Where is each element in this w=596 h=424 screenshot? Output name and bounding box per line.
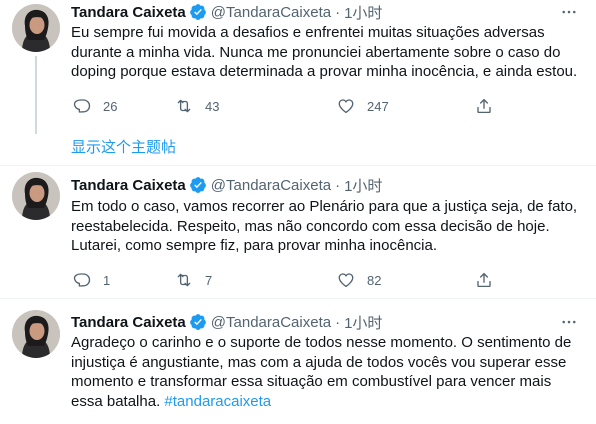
tweet-text-line: momento e transformar essa situação em c…	[71, 373, 552, 390]
hashtag-link[interactable]: #tandaracaixeta	[164, 393, 271, 410]
author-handle[interactable]: @TandaraCaixeta	[211, 314, 331, 331]
avatar[interactable]	[12, 310, 60, 358]
show-thread-link[interactable]: 显示这个主题帖	[71, 136, 176, 157]
tweet-1[interactable]: Tandara Caixeta @TandaraCaixeta · 1小时 Eu…	[0, 0, 596, 156]
verified-badge-icon	[189, 176, 207, 194]
tweet-text-line: durante a minha vida. Nunca me pronuncie…	[71, 43, 561, 61]
tweet-text: Em todo o caso, vamos recorrer ao Plenár…	[71, 197, 586, 256]
share-icon	[477, 98, 491, 114]
more-horizontal-icon[interactable]	[558, 2, 580, 22]
like-button[interactable]: 247	[337, 96, 389, 116]
share-button[interactable]	[475, 270, 493, 290]
thread-line	[35, 56, 37, 134]
author-handle[interactable]: @TandaraCaixeta	[211, 4, 331, 21]
tweet-text: Agradeço o carinho e o suporte de todos …	[71, 333, 586, 411]
tweet-timestamp[interactable]: 1小时	[344, 2, 382, 23]
author-name[interactable]: Tandara Caixeta	[71, 314, 186, 331]
tweet-text-line: Eu sempre fui movida a desafios e enfren…	[71, 24, 545, 41]
reply-button[interactable]: 1	[73, 270, 110, 290]
tweet-text-line: injustiça é angustiante, mas com a ajuda…	[71, 353, 567, 371]
like-count: 247	[367, 98, 389, 114]
tweet-text-line: Lutarei, como sempre fiz, para provar mi…	[71, 237, 438, 254]
retweet-count: 43	[205, 98, 220, 114]
like-count: 82	[367, 272, 382, 288]
avatar[interactable]	[12, 172, 60, 220]
reply-count: 26	[103, 98, 118, 114]
reply-count: 1	[103, 272, 111, 288]
reply-icon	[73, 99, 91, 113]
author-handle[interactable]: @TandaraCaixeta	[211, 177, 331, 194]
avatar[interactable]	[12, 4, 60, 52]
retweet-icon	[177, 99, 191, 113]
tweet-text-line: essa batalha. #tandaracaixeta	[71, 392, 586, 412]
reply-icon	[73, 273, 91, 287]
tweet-text: Eu sempre fui movida a desafios e enfren…	[71, 23, 586, 82]
verified-badge-icon	[189, 313, 207, 331]
tweet-timestamp[interactable]: 1小时	[344, 175, 382, 196]
tweet-timestamp[interactable]: 1小时	[344, 312, 382, 333]
like-button[interactable]: 82	[337, 270, 381, 290]
separator-dot: ·	[335, 176, 341, 194]
author-name[interactable]: Tandara Caixeta	[71, 177, 186, 194]
tweet-3[interactable]: Tandara Caixeta @TandaraCaixeta · 1小时 Ag…	[0, 299, 596, 424]
share-button[interactable]	[475, 96, 493, 116]
profile-photo-icon	[12, 172, 60, 220]
retweet-count: 7	[205, 272, 213, 288]
tweet-text-line: doping porque estava determinada a prova…	[71, 63, 578, 80]
tweet-text-line: reestabelecida. Respeito, mas não concor…	[71, 217, 550, 235]
author-name[interactable]: Tandara Caixeta	[71, 4, 186, 21]
retweet-button[interactable]: 43	[175, 96, 219, 116]
tweet-2[interactable]: Tandara Caixeta @TandaraCaixeta · 1小时 Em…	[0, 166, 596, 306]
retweet-icon	[177, 273, 191, 287]
tweet-header: Tandara Caixeta @TandaraCaixeta · 1小时	[71, 312, 382, 332]
separator-dot: ·	[335, 313, 341, 331]
tweet-header: Tandara Caixeta @TandaraCaixeta · 1小时	[71, 175, 382, 195]
more-horizontal-icon[interactable]	[558, 312, 580, 332]
verified-badge-icon	[189, 3, 207, 21]
tweet-text-line-end: essa batalha.	[71, 392, 161, 410]
heart-icon	[338, 273, 354, 288]
profile-photo-icon	[12, 4, 60, 52]
tweet-header: Tandara Caixeta @TandaraCaixeta · 1小时	[71, 2, 382, 22]
tweet-actions: 1 7 82	[71, 270, 511, 290]
profile-photo-icon	[12, 310, 60, 358]
share-icon	[477, 272, 491, 288]
tweet-actions: 26 43 247	[71, 96, 511, 116]
tweet-text-line: Agradeço o carinho e o suporte de todos …	[71, 334, 572, 351]
tweet-text-line: Em todo o caso, vamos recorrer ao Plenár…	[71, 198, 578, 215]
retweet-button[interactable]: 7	[175, 270, 212, 290]
reply-button[interactable]: 26	[73, 96, 117, 116]
separator-dot: ·	[335, 3, 341, 21]
heart-icon	[338, 99, 354, 114]
